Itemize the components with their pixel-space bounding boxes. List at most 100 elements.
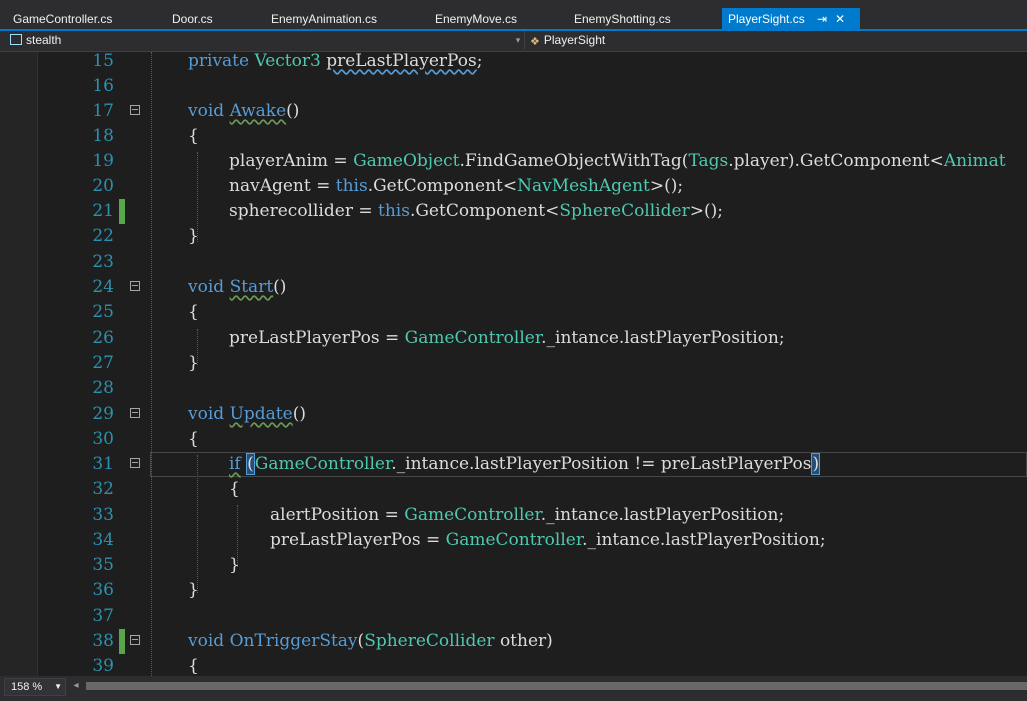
pin-icon[interactable]: ⇥: [817, 8, 827, 30]
code-text: navAgent = this.GetComponent<NavMeshAgen…: [229, 176, 684, 196]
code-line: 15 private Vector3 preLastPlayerPos;: [0, 52, 1027, 74]
code-text: {: [188, 126, 199, 146]
code-line: 31 if (GameController._intance.lastPlaye…: [0, 452, 1027, 477]
tab-label: EnemyAnimation.cs: [271, 12, 378, 26]
keyword: private: [188, 52, 250, 71]
tab-door[interactable]: Door.cs: [172, 8, 213, 30]
line-number: 39: [92, 656, 114, 676]
code-line: 22 }: [0, 224, 1027, 249]
method-name: OnTriggerStay: [229, 631, 358, 651]
code-text: void Awake(): [188, 99, 299, 124]
line-number: 23: [92, 252, 114, 272]
line-number: 21: [92, 201, 114, 221]
collapse-icon[interactable]: [130, 408, 140, 418]
code-text: playerAnim = GameObject.FindGameObjectWi…: [229, 151, 1006, 171]
zoom-dropdown[interactable]: 158 % ▼: [4, 678, 66, 696]
line-number: 31: [92, 454, 114, 474]
change-marker: [119, 199, 125, 224]
code-line: 25 {: [0, 300, 1027, 325]
tab-enemymove[interactable]: EnemyMove.cs: [435, 8, 517, 30]
matched-paren: ): [811, 453, 821, 475]
line-number: 17: [92, 101, 114, 121]
collapse-icon[interactable]: [130, 458, 140, 468]
line-number: 27: [92, 353, 114, 373]
code-line: 37: [0, 604, 1027, 629]
code-line: 30 {: [0, 427, 1027, 452]
editor-bottom-bar: 158 % ▼ ◂: [0, 676, 1027, 701]
punctuation: (): [292, 404, 306, 424]
field-name: preLastPlayerPos: [326, 52, 477, 71]
punctuation: (): [273, 277, 287, 297]
code-line: 27 }: [0, 351, 1027, 376]
line-number: 29: [92, 404, 114, 424]
code-line: 23: [0, 250, 1027, 275]
collapse-icon[interactable]: [130, 105, 140, 115]
line-number: 36: [92, 580, 114, 600]
line-number: 16: [92, 76, 114, 96]
code-text: void Update(): [188, 402, 306, 427]
collapse-icon[interactable]: [130, 281, 140, 291]
matched-paren: (: [246, 453, 255, 475]
scroll-left-icon[interactable]: ◂: [70, 679, 82, 693]
code-text: alertPosition = GameController._intance.…: [270, 505, 785, 525]
punctuation: (): [286, 101, 300, 121]
class-name: PlayerSight: [543, 33, 606, 47]
line-number: 24: [92, 277, 114, 297]
line-number: 22: [92, 226, 114, 246]
collapse-icon[interactable]: [130, 635, 140, 645]
code-text: void OnTriggerStay(SphereCollider other): [188, 631, 553, 651]
code-line: 38 void OnTriggerStay(SphereCollider oth…: [0, 629, 1027, 654]
code-line: 24 void Start(): [0, 275, 1027, 300]
line-number: 18: [92, 126, 114, 146]
code-text: {: [188, 302, 199, 322]
tab-enemyshotting[interactable]: EnemyShotting.cs: [574, 8, 671, 30]
type-name: Vector3: [254, 52, 321, 71]
keyword: void: [188, 101, 225, 121]
code-text: {: [188, 656, 199, 676]
close-icon[interactable]: ✕: [835, 8, 845, 30]
csharp-project-icon: [10, 34, 22, 45]
tab-label: GameController.cs: [13, 12, 113, 26]
keyword: if: [229, 454, 241, 474]
code-line: 39 {: [0, 654, 1027, 676]
tab-label: PlayerSight.cs: [728, 12, 805, 26]
tab-label: Door.cs: [172, 12, 213, 26]
method-name: Update: [229, 404, 293, 424]
code-text: }: [229, 555, 240, 575]
code-line: 20 navAgent = this.GetComponent<NavMeshA…: [0, 174, 1027, 199]
tab-playersight[interactable]: PlayerSight.cs ⇥ ✕: [722, 8, 860, 29]
tab-enemyanimation[interactable]: EnemyAnimation.cs: [271, 8, 377, 30]
horizontal-scrollbar[interactable]: [86, 682, 1027, 690]
code-line: 17 void Awake(): [0, 99, 1027, 124]
code-line: 19 playerAnim = GameObject.FindGameObjec…: [0, 149, 1027, 174]
line-number: 34: [92, 530, 114, 550]
line-number: 25: [92, 302, 114, 322]
chevron-down-icon[interactable]: ▾: [512, 31, 524, 50]
code-line: 29 void Update(): [0, 402, 1027, 427]
line-number: 33: [92, 505, 114, 525]
class-dropdown[interactable]: ❖ PlayerSight: [530, 31, 1027, 50]
code-line: 32 {: [0, 477, 1027, 502]
code-text: void Start(): [188, 275, 286, 300]
code-text: private Vector3 preLastPlayerPos;: [188, 52, 483, 74]
code-text: }: [188, 353, 199, 373]
chevron-down-icon: ▼: [54, 682, 62, 691]
class-icon: ❖: [530, 36, 540, 48]
tab-gamecontroller[interactable]: GameController.cs: [13, 8, 112, 30]
tab-label: EnemyMove.cs: [435, 12, 518, 26]
navigation-bar: stealth ▾ ❖ PlayerSight: [0, 31, 1027, 52]
code-editor[interactable]: 15 private Vector3 preLastPlayerPos; 16 …: [0, 52, 1027, 676]
method-name: Awake: [229, 101, 287, 121]
code-line: 36 }: [0, 578, 1027, 603]
line-number: 26: [92, 328, 114, 348]
line-number: 32: [92, 479, 114, 499]
code-text: if (GameController._intance.lastPlayerPo…: [229, 453, 821, 475]
keyword: void: [188, 277, 225, 297]
line-number: 15: [92, 52, 114, 71]
project-dropdown[interactable]: stealth: [10, 31, 524, 50]
keyword: void: [188, 404, 225, 424]
code-text: preLastPlayerPos = GameController._intan…: [229, 328, 785, 348]
code-line: 26 preLastPlayerPos = GameController._in…: [0, 326, 1027, 351]
document-tab-strip: GameController.cs Door.cs EnemyAnimation…: [0, 0, 1027, 30]
line-number: 19: [92, 151, 114, 171]
